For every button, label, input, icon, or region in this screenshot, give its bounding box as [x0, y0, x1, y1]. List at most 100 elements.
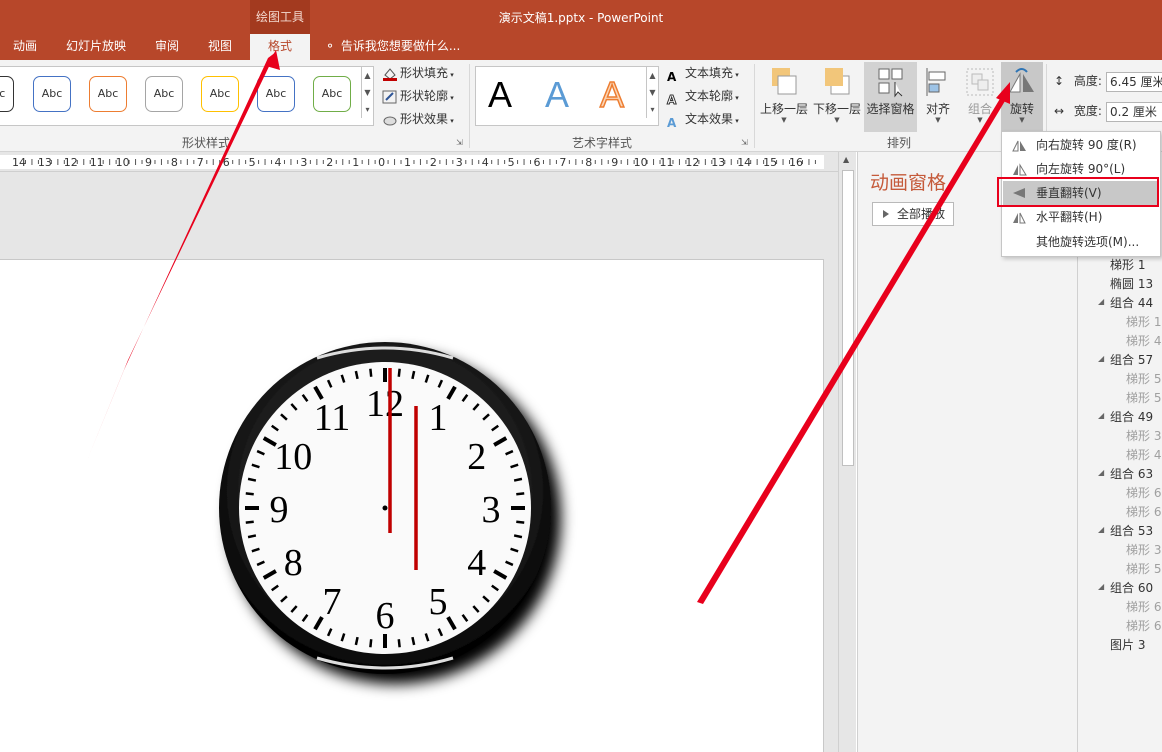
- highlight-box: [997, 177, 1159, 207]
- width-input[interactable]: 0.2 厘米: [1106, 102, 1162, 122]
- send-backward-button[interactable]: 下移一层 ▼: [811, 64, 863, 130]
- chevron-up-icon[interactable]: ▲: [361, 67, 373, 84]
- wordart-style-black[interactable]: A: [488, 74, 512, 116]
- clock-tick: [247, 534, 257, 539]
- clock-graphic[interactable]: 12 12 3 45678 9 1011: [0, 260, 824, 752]
- scrollbar-thumb[interactable]: [842, 170, 854, 466]
- chevron-up-icon[interactable]: ▲: [646, 67, 658, 84]
- slide-canvas[interactable]: 12 1 2 3 4 5 6 7 8 9 10 11: [0, 259, 824, 752]
- selection-list-item[interactable]: 梯形 6: [1126, 484, 1161, 501]
- ruler-label: 12: [685, 156, 699, 169]
- selection-list-item[interactable]: 梯形 5: [1126, 370, 1161, 387]
- shape-style-thumb[interactable]: Abc: [145, 76, 183, 112]
- tell-me-box[interactable]: ⚬ 告诉我您想要做什么...: [325, 34, 460, 60]
- tab-animations[interactable]: 动画: [13, 34, 43, 60]
- shape-style-thumb[interactable]: Abc: [257, 76, 295, 112]
- dialog-launcher-icon[interactable]: ⇲: [741, 138, 748, 147]
- selection-list-item[interactable]: 组合 63: [1110, 465, 1153, 482]
- shape-gallery-scroll[interactable]: ▲ ▼ ▾: [361, 67, 373, 118]
- shape-style-thumb[interactable]: Abc: [0, 76, 14, 112]
- play-all-button[interactable]: 全部播放: [872, 202, 954, 226]
- shape-style-thumb[interactable]: Abc: [201, 76, 239, 112]
- ruler-label: 3: [456, 156, 463, 169]
- selection-list-item[interactable]: 梯形 3: [1126, 541, 1161, 558]
- bring-forward-button[interactable]: 上移一层 ▼: [758, 64, 810, 130]
- shape-style-thumb[interactable]: Abc: [89, 76, 127, 112]
- width-label: 宽度:: [1073, 104, 1102, 118]
- selection-list-item[interactable]: 梯形 4: [1126, 446, 1161, 463]
- expand-triangle-icon[interactable]: ◢: [1098, 525, 1104, 534]
- wordart-style-orange[interactable]: A: [599, 73, 625, 116]
- wordart-style-blue[interactable]: A: [545, 74, 569, 116]
- selection-list-item[interactable]: 梯形 5: [1126, 389, 1161, 406]
- ribbon: Abc Abc Abc Abc Abc Abc Abc ▲ ▼ ▾ 形状填充 ▾…: [0, 60, 1162, 152]
- selection-list-item[interactable]: 梯形 1: [1126, 313, 1161, 330]
- selection-list-item[interactable]: 梯形 6: [1126, 503, 1161, 520]
- flip-horizontal-item[interactable]: 水平翻转(H): [1003, 205, 1159, 229]
- document-title: 演示文稿1.pptx - PowerPoint: [498, 11, 664, 25]
- clock-tick: [245, 492, 254, 496]
- shape-fill-button[interactable]: 形状填充 ▾: [382, 63, 454, 83]
- selection-list-item[interactable]: 组合 57: [1110, 351, 1153, 368]
- shape-width-icon: ↔: [1054, 104, 1065, 118]
- rotate-button[interactable]: 旋转 ▼: [1001, 62, 1043, 132]
- selection-pane-button[interactable]: 选择窗格: [864, 62, 917, 132]
- align-button[interactable]: 对齐 ▼: [919, 64, 957, 130]
- ruler-label: 1: [404, 156, 411, 169]
- more-icon[interactable]: ▾: [361, 101, 373, 118]
- selection-list-item[interactable]: 梯形 6: [1126, 598, 1161, 615]
- expand-triangle-icon[interactable]: ◢: [1098, 354, 1104, 363]
- clock-numeral: 11: [314, 397, 351, 439]
- chevron-up-icon[interactable]: ▲: [843, 155, 849, 164]
- chevron-down-icon[interactable]: ▼: [361, 84, 373, 101]
- height-row: ↕ 高度: 6.45 厘米: [1054, 72, 1162, 94]
- shape-effects-button[interactable]: 形状效果 ▾: [382, 109, 454, 129]
- tab-slideshow[interactable]: 幻灯片放映: [66, 34, 130, 60]
- text-fill-icon: A: [667, 69, 677, 84]
- ruler-label: 14: [737, 156, 751, 169]
- vertical-scrollbar[interactable]: ▲: [838, 152, 856, 752]
- shape-effects-icon: [382, 113, 398, 127]
- selection-list-item[interactable]: 椭圆 13: [1110, 275, 1153, 292]
- selection-list-item[interactable]: 组合 44: [1110, 294, 1153, 311]
- selection-list-item[interactable]: 组合 53: [1110, 522, 1153, 539]
- wordart-gallery-scroll[interactable]: ▲ ▼ ▾: [646, 67, 658, 118]
- ruler-label: 8: [585, 156, 592, 169]
- rotate-right-90-item[interactable]: 向右旋转 90 度(R): [1003, 133, 1159, 157]
- text-fill-button[interactable]: A 文本填充 ▾: [667, 63, 739, 84]
- chevron-down-icon[interactable]: ▼: [646, 84, 658, 101]
- clock-tick: [411, 370, 416, 380]
- selection-list-item[interactable]: 组合 60: [1110, 579, 1153, 596]
- selection-list-item[interactable]: 梯形 4: [1126, 332, 1161, 349]
- ruler-label: 14: [12, 156, 26, 169]
- selection-list-item[interactable]: 梯形 6: [1126, 617, 1161, 634]
- text-outline-button[interactable]: A 文本轮廓 ▾: [667, 86, 739, 107]
- selection-list-item[interactable]: 梯形 1: [1110, 256, 1145, 273]
- chevron-down-icon: ▼: [781, 116, 787, 124]
- shape-outline-button[interactable]: 形状轮廓 ▾: [382, 86, 454, 106]
- ruler-label: 1: [352, 156, 359, 169]
- expand-triangle-icon[interactable]: ◢: [1098, 297, 1104, 306]
- selection-list-item[interactable]: 梯形 3: [1126, 427, 1161, 444]
- tab-format[interactable]: 格式: [250, 34, 310, 60]
- text-effects-button[interactable]: A 文本效果 ▾: [667, 109, 739, 130]
- tab-view[interactable]: 视图: [208, 34, 236, 60]
- selection-list-item[interactable]: 梯形 5: [1126, 560, 1161, 577]
- shape-style-thumb[interactable]: Abc: [313, 76, 351, 112]
- ruler-label: 13: [711, 156, 725, 169]
- clock-numeral: 10: [274, 436, 312, 478]
- height-input[interactable]: 6.45 厘米: [1106, 72, 1162, 92]
- more-rotation-options-item[interactable]: 其他旋转选项(M)...: [1003, 230, 1159, 254]
- group-button[interactable]: 组合 ▼: [962, 64, 998, 130]
- expand-triangle-icon[interactable]: ◢: [1098, 468, 1104, 477]
- expand-triangle-icon[interactable]: ◢: [1098, 582, 1104, 591]
- selection-list-item[interactable]: 组合 49: [1110, 408, 1153, 425]
- tab-review[interactable]: 审阅: [155, 34, 183, 60]
- shape-style-thumb[interactable]: Abc: [33, 76, 71, 112]
- selection-list-item[interactable]: 图片 3: [1110, 636, 1145, 653]
- more-icon[interactable]: ▾: [646, 101, 658, 118]
- expand-triangle-icon[interactable]: ◢: [1098, 411, 1104, 420]
- dialog-launcher-icon[interactable]: ⇲: [456, 138, 463, 147]
- chevron-down-icon: ▼: [935, 116, 941, 124]
- clock-numeral: 2: [467, 436, 486, 478]
